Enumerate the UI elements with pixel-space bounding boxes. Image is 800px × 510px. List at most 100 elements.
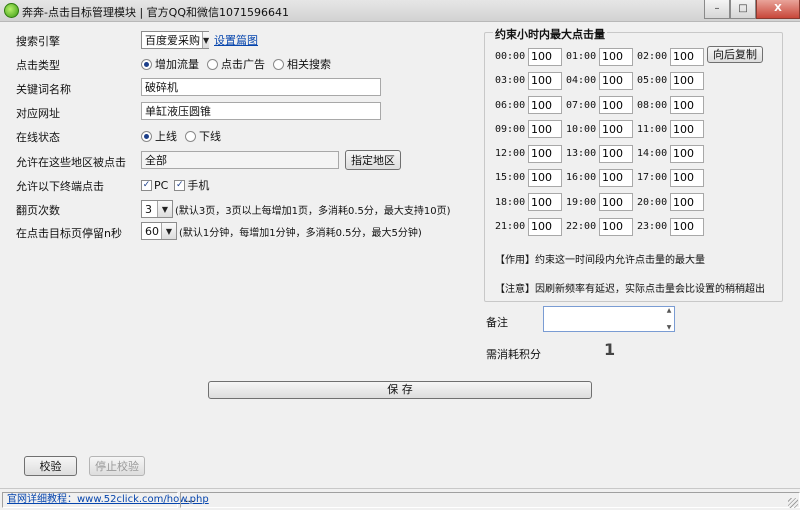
hour-limit-input[interactable] bbox=[670, 96, 704, 115]
engine-row: 百度爱采购 ▼ 设置篇图 bbox=[141, 31, 258, 49]
radio-related-search[interactable]: 相关搜索 bbox=[273, 56, 331, 72]
hour-limit-input[interactable] bbox=[670, 47, 704, 66]
hour-limit-input[interactable] bbox=[528, 47, 562, 66]
hour-limit-input[interactable] bbox=[670, 168, 704, 187]
verify-button[interactable]: 校验 bbox=[24, 456, 77, 476]
status-cell-tutorial: 官网详细教程：www.52click.com/how.php bbox=[2, 491, 209, 508]
close-button[interactable]: X bbox=[756, 0, 800, 19]
checkmark-icon: ✓ bbox=[174, 179, 186, 191]
checkmark-icon: ✓ bbox=[141, 179, 152, 191]
hour-cell: 14:00 bbox=[637, 144, 708, 163]
region-input[interactable] bbox=[141, 151, 339, 169]
stay-select[interactable]: 60 ▼ bbox=[141, 222, 177, 240]
hour-label: 10:00 bbox=[566, 123, 597, 135]
hour-limit-input[interactable] bbox=[599, 71, 633, 90]
hour-limit-input[interactable] bbox=[599, 47, 633, 66]
tutorial-link[interactable]: 官网详细教程：www.52click.com/how.php bbox=[7, 494, 209, 505]
click-type-label: 点击类型 bbox=[16, 59, 60, 72]
hour-limit-input[interactable] bbox=[599, 217, 633, 236]
radio-empty-icon bbox=[207, 58, 218, 70]
pages-hint: (默认3页，3页以上每增加1页，多消耗0.5分，最大支持10页) bbox=[175, 205, 451, 217]
radio-online[interactable]: 上线 bbox=[141, 128, 177, 144]
remark-input[interactable]: ▲ ▼ bbox=[543, 306, 675, 332]
hour-limit-input[interactable] bbox=[670, 71, 704, 90]
hour-cell: 22:00 bbox=[566, 217, 637, 236]
hour-limit-input[interactable] bbox=[528, 168, 562, 187]
hour-row: 12:00 13:00 14:00 bbox=[495, 144, 775, 163]
radio-label: 增加流量 bbox=[155, 58, 199, 71]
hour-cell: 00:00 bbox=[495, 47, 566, 66]
keyword-label: 关键词名称 bbox=[16, 83, 71, 96]
save-button[interactable]: 保 存 bbox=[208, 381, 592, 399]
main-panel: 搜索引擎 百度爱采购 ▼ 设置篇图 点击类型 增加流量 点击广告 相关搜索 关键… bbox=[0, 22, 800, 488]
hour-limit-input[interactable] bbox=[528, 217, 562, 236]
hour-cell: 23:00 bbox=[637, 217, 708, 236]
hour-label: 19:00 bbox=[566, 196, 597, 208]
radio-click-ads[interactable]: 点击广告 bbox=[207, 56, 265, 72]
specify-region-button[interactable]: 指定地区 bbox=[345, 150, 401, 170]
checkbox-label: 手机 bbox=[187, 179, 210, 192]
hour-label: 21:00 bbox=[495, 221, 526, 233]
stay-label: 在点击目标页停留n秒 bbox=[16, 227, 122, 240]
hour-limit-input[interactable] bbox=[599, 168, 633, 187]
note-effect: 【作用】约束这一时间段内允许点击量的最大量 bbox=[495, 255, 705, 266]
cost-value: 1 bbox=[604, 340, 616, 359]
hour-cell: 05:00 bbox=[637, 71, 708, 90]
hour-cell: 13:00 bbox=[566, 144, 637, 163]
hour-label: 13:00 bbox=[566, 148, 597, 160]
engine-label: 搜索引擎 bbox=[16, 35, 60, 48]
stay-value: 60 bbox=[145, 224, 159, 238]
keyword-input[interactable] bbox=[141, 78, 381, 96]
hour-cell: 16:00 bbox=[566, 168, 637, 187]
status-bar: 官网详细教程：www.52click.com/how.php ... bbox=[0, 488, 800, 510]
hour-cell: 01:00 bbox=[566, 47, 637, 66]
url-input[interactable] bbox=[141, 102, 381, 120]
hour-label: 07:00 bbox=[566, 99, 597, 111]
hour-label: 01:00 bbox=[566, 51, 597, 62]
devices-group: ✓ PC ✓ 手机 bbox=[141, 177, 215, 193]
hour-limit-input[interactable] bbox=[670, 217, 704, 236]
hour-cell: 04:00 bbox=[566, 71, 637, 90]
hour-limit-input[interactable] bbox=[528, 193, 562, 212]
copy-forward-button[interactable]: 向后复制 bbox=[707, 46, 763, 63]
checkbox-pc[interactable]: ✓ PC bbox=[141, 179, 168, 192]
resize-grip-icon[interactable] bbox=[788, 498, 798, 508]
radio-label: 相关搜索 bbox=[287, 58, 331, 71]
hour-cell: 21:00 bbox=[495, 217, 566, 236]
engine-select[interactable]: 百度爱采购 ▼ bbox=[141, 31, 210, 49]
status-label: 在线状态 bbox=[16, 131, 60, 144]
hour-limit-input[interactable] bbox=[670, 144, 704, 163]
hour-limit-input[interactable] bbox=[599, 193, 633, 212]
radio-selected-icon bbox=[141, 58, 152, 70]
hour-row: 06:00 07:00 08:00 bbox=[495, 96, 775, 115]
hour-limit-input[interactable] bbox=[599, 120, 633, 139]
hour-label: 12:00 bbox=[495, 148, 526, 160]
status-cell-extra: ... bbox=[180, 491, 800, 508]
hour-row: 03:00 04:00 05:00 bbox=[495, 71, 775, 90]
hour-label: 09:00 bbox=[495, 123, 526, 135]
hour-limit-input[interactable] bbox=[528, 120, 562, 139]
pages-select[interactable]: 3 ▼ bbox=[141, 200, 173, 218]
minimize-button[interactable]: – bbox=[704, 0, 730, 19]
hour-label: 11:00 bbox=[637, 123, 668, 135]
hour-limit-input[interactable] bbox=[528, 96, 562, 115]
window-controls: – □ X bbox=[704, 0, 800, 19]
radio-label: 点击广告 bbox=[221, 58, 265, 71]
radio-empty-icon bbox=[273, 58, 284, 70]
hour-label: 16:00 bbox=[566, 172, 597, 184]
settings-guide-link[interactable]: 设置篇图 bbox=[214, 32, 258, 48]
checkbox-mobile[interactable]: ✓ 手机 bbox=[174, 177, 209, 193]
hour-limit-input[interactable] bbox=[670, 120, 704, 139]
hour-limit-input[interactable] bbox=[528, 144, 562, 163]
radio-offline[interactable]: 下线 bbox=[185, 128, 221, 144]
stop-verify-button[interactable]: 停止校验 bbox=[89, 456, 145, 476]
radio-increase-traffic[interactable]: 增加流量 bbox=[141, 56, 199, 72]
hour-label: 14:00 bbox=[637, 148, 668, 160]
hour-cell: 08:00 bbox=[637, 96, 708, 115]
hour-limit-input[interactable] bbox=[528, 71, 562, 90]
window-title: 奔奔-点击目标管理模块 | 官方QQ和微信1071596641 bbox=[22, 6, 289, 19]
hour-limit-input[interactable] bbox=[670, 193, 704, 212]
hour-limit-input[interactable] bbox=[599, 96, 633, 115]
hour-limit-input[interactable] bbox=[599, 144, 633, 163]
maximize-button[interactable]: □ bbox=[730, 0, 756, 19]
